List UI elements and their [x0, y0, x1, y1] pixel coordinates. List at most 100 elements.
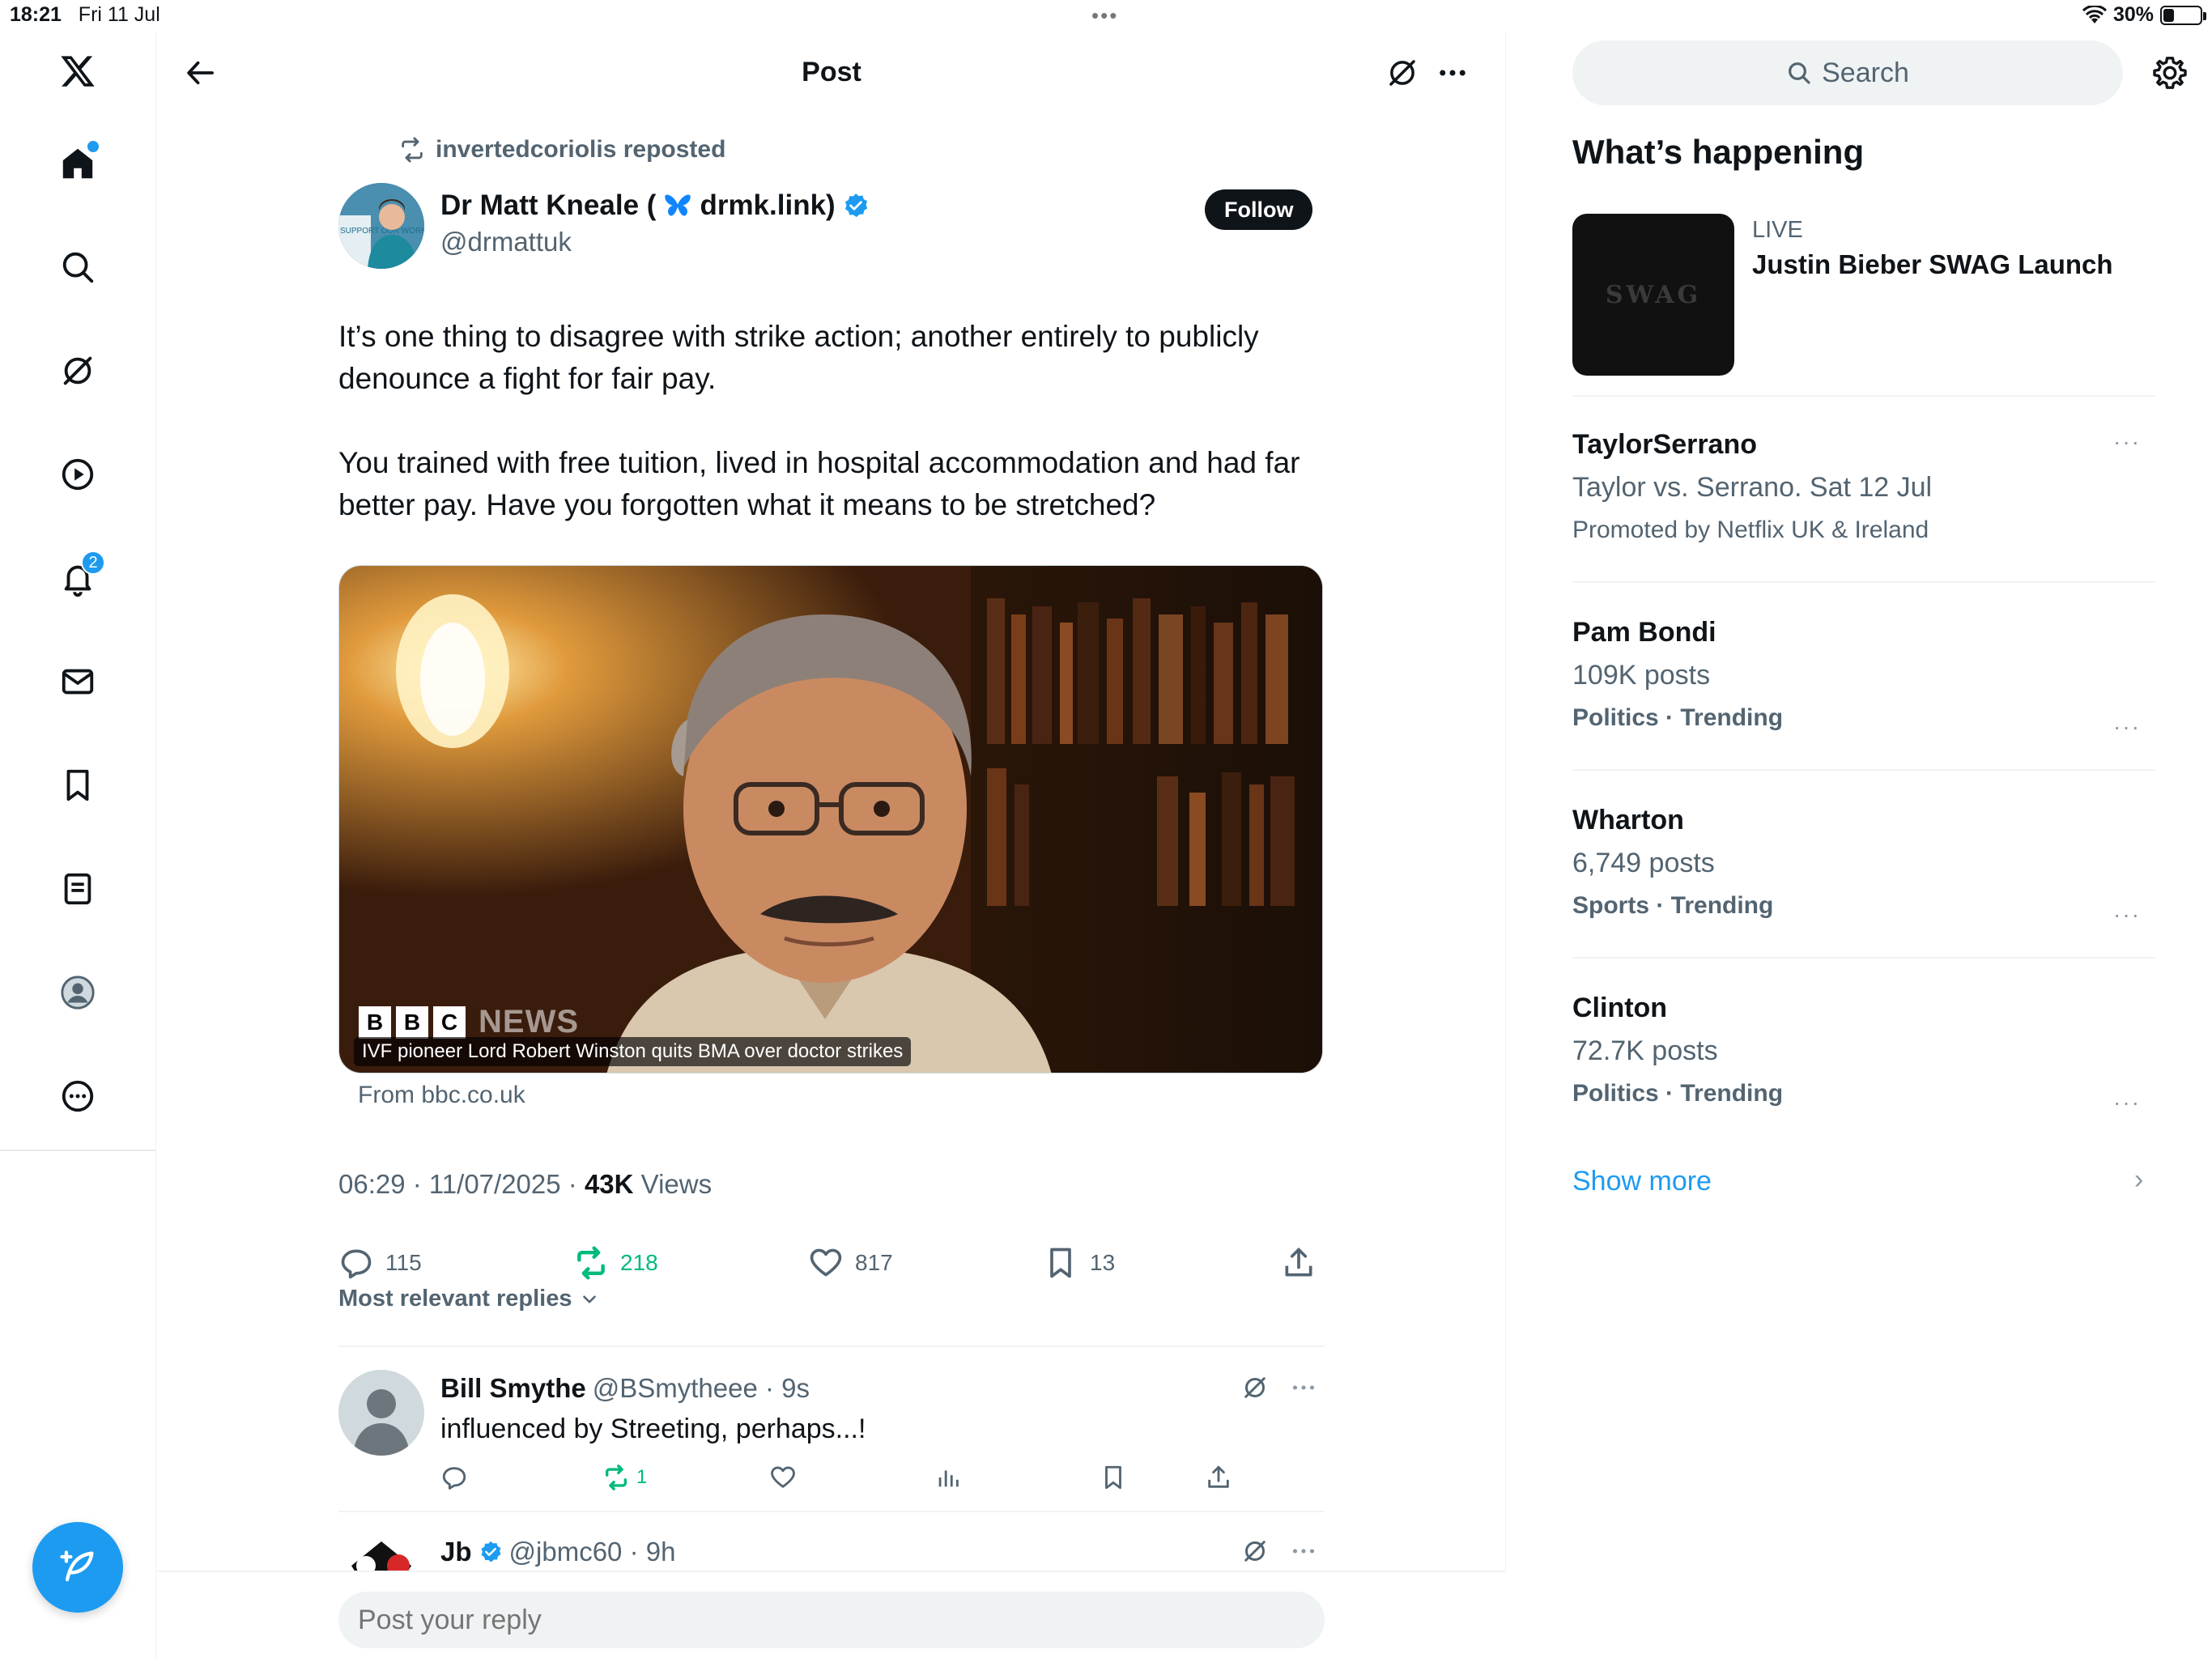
live-event-thumbnail[interactable]: SWAG — [1572, 214, 1734, 376]
trend-meta: Promoted by Netflix UK & Ireland — [1572, 517, 1929, 543]
repost-label: invertedcoriolis reposted — [436, 136, 726, 163]
reply-avatar[interactable] — [338, 1533, 424, 1571]
follow-button[interactable]: Follow — [1205, 189, 1313, 230]
trend-more-button[interactable]: ··· — [2113, 714, 2141, 740]
bbc-logo-news: NEWS — [479, 1004, 579, 1039]
like-count: 817 — [855, 1250, 893, 1275]
trend-title: Wharton — [1572, 805, 1684, 835]
reply-button[interactable]: 115 — [338, 1239, 422, 1287]
reply-header: Jb @jbmc60 · 9h — [440, 1537, 675, 1567]
reply-like-button[interactable] — [769, 1464, 797, 1491]
link-card-headline: IVF pioneer Lord Robert Winston quits BM… — [354, 1037, 912, 1066]
trend-more-button[interactable]: ··· — [2113, 1090, 2141, 1116]
reply-corner-actions — [1240, 1537, 1318, 1566]
post-timestamp[interactable]: 06:29 · 11/07/2025 · — [338, 1169, 585, 1199]
bookmarks-icon[interactable] — [45, 753, 110, 818]
repost-count: 218 — [620, 1250, 658, 1275]
reply-author-name[interactable]: Jb — [440, 1537, 472, 1567]
reply-author-handle[interactable]: @BSmytheee · 9s — [593, 1373, 810, 1404]
grok-icon[interactable] — [1240, 1373, 1270, 1402]
search-input[interactable]: Search — [1572, 40, 2123, 105]
battery-icon — [2160, 5, 2206, 25]
share-button[interactable] — [1281, 1239, 1317, 1287]
post-timestamp-views: 06:29 · 11/07/2025 · 43K Views — [338, 1169, 712, 1200]
live-event-title[interactable]: Justin Bieber SWAG Launch — [1752, 249, 2113, 280]
profile-icon[interactable] — [45, 960, 110, 1025]
video-icon[interactable] — [45, 442, 110, 507]
verified-badge-icon — [481, 1541, 501, 1562]
more-dots-icon[interactable] — [1289, 1537, 1318, 1566]
whats-happening-title: What’s happening — [1572, 133, 1865, 171]
post-more-button[interactable] — [1431, 52, 1474, 94]
notifications-icon[interactable]: 2 — [45, 546, 110, 610]
compose-post-button[interactable] — [32, 1522, 123, 1613]
bookmark-button[interactable]: 13 — [1043, 1239, 1115, 1287]
trend-title: Pam Bondi — [1572, 617, 1716, 648]
reply-header: Bill Smythe @BSmytheee · 9s — [440, 1373, 810, 1404]
home-icon[interactable] — [45, 131, 110, 196]
reply-reply-button[interactable] — [440, 1464, 468, 1491]
more-dots-icon[interactable] — [1289, 1373, 1318, 1402]
link-card-image[interactable]: B B C NEWS IVF pioneer Lord Robert Winst… — [338, 565, 1323, 1073]
search-icon[interactable] — [45, 235, 110, 300]
replies-sort-dropdown[interactable]: Most relevant replies — [338, 1286, 600, 1312]
trend-category: Sports · Trending — [1572, 892, 1774, 919]
grok-icon[interactable] — [45, 338, 110, 403]
divider — [1572, 769, 2155, 771]
reply-avatar-default[interactable] — [338, 1370, 424, 1456]
views-count: 43K — [584, 1169, 634, 1199]
trend-item[interactable]: Wharton 6,749 posts Sports · Trending ··… — [1572, 805, 2155, 927]
reply-author-handle[interactable]: @jbmc60 · 9h — [509, 1537, 676, 1567]
status-right: 30% — [2082, 3, 2206, 27]
reply-input[interactable] — [338, 1592, 1325, 1648]
repost-button[interactable]: 218 — [573, 1239, 658, 1287]
link-source[interactable]: From bbc.co.uk — [358, 1082, 525, 1109]
bbc-logo-b2: B — [396, 1005, 428, 1039]
x-logo-icon[interactable] — [45, 39, 110, 104]
trend-item[interactable]: Clinton 72.7K posts Politics · Trending … — [1572, 993, 2155, 1115]
lists-icon[interactable] — [45, 857, 110, 921]
author-name[interactable]: Dr Matt Kneale ( drmk.link) — [440, 189, 870, 222]
settings-button[interactable] — [2149, 52, 2191, 94]
trend-more-button[interactable]: ··· — [2113, 429, 2141, 455]
reply-item[interactable]: Bill Smythe @BSmytheee · 9s influenced b… — [338, 1370, 1325, 1499]
trend-post-count: 109K posts — [1572, 660, 1711, 691]
home-unread-dot — [87, 141, 99, 152]
repost-attribution[interactable]: invertedcoriolis reposted — [398, 136, 725, 164]
multitasking-dots-icon[interactable]: ••• — [1091, 3, 1118, 28]
post-paragraph-1: It’s one thing to disagree with strike a… — [338, 320, 1259, 395]
bookmark-icon — [1050, 1248, 1071, 1278]
grok-explain-button[interactable] — [1381, 52, 1423, 94]
messages-icon[interactable] — [45, 649, 110, 714]
gear-icon — [2153, 57, 2187, 89]
chevron-right-icon[interactable]: › — [2134, 1164, 2143, 1196]
grok-icon[interactable] — [1240, 1537, 1270, 1566]
trend-more-button[interactable]: ··· — [2113, 902, 2141, 928]
divider — [1572, 395, 2155, 397]
author-handle[interactable]: @drmattuk — [440, 227, 572, 257]
reply-icon — [442, 1467, 466, 1490]
trend-item[interactable]: Pam Bondi 109K posts Politics · Trending… — [1572, 617, 2155, 739]
reply-icon — [341, 1249, 372, 1279]
reply-author-name[interactable]: Bill Smythe — [440, 1373, 586, 1404]
reply-text: influenced by Streeting, perhaps...! — [440, 1414, 866, 1444]
divider — [338, 1346, 1325, 1347]
show-more-link[interactable]: Show more — [1572, 1166, 1712, 1197]
reply-views-button[interactable] — [934, 1464, 962, 1491]
bbc-logo-b1: B — [359, 1005, 391, 1039]
author-avatar[interactable]: SUPPORT OUR WORK — [338, 183, 424, 269]
more-icon[interactable] — [45, 1064, 110, 1129]
verified-badge-icon — [844, 193, 867, 218]
reply-repost-button[interactable]: 1 — [602, 1464, 647, 1491]
trend-item[interactable]: TaylorSerrano Taylor vs. Serrano. Sat 12… — [1572, 429, 2155, 544]
reply-bookmark-button[interactable] — [1100, 1464, 1127, 1491]
trend-post-count: 6,749 posts — [1572, 848, 1715, 878]
repost-icon — [577, 1246, 605, 1280]
like-button[interactable]: 817 — [808, 1239, 893, 1287]
reply-repost-count: 1 — [636, 1466, 648, 1488]
search-icon — [1789, 62, 1810, 84]
status-time: 18:21 Fri 11 Jul — [10, 3, 160, 26]
reply-item[interactable]: Jb @jbmc60 · 9h — [338, 1533, 1325, 1571]
trend-category: Politics · Trending — [1572, 1080, 1784, 1107]
reply-share-button[interactable] — [1205, 1464, 1232, 1491]
